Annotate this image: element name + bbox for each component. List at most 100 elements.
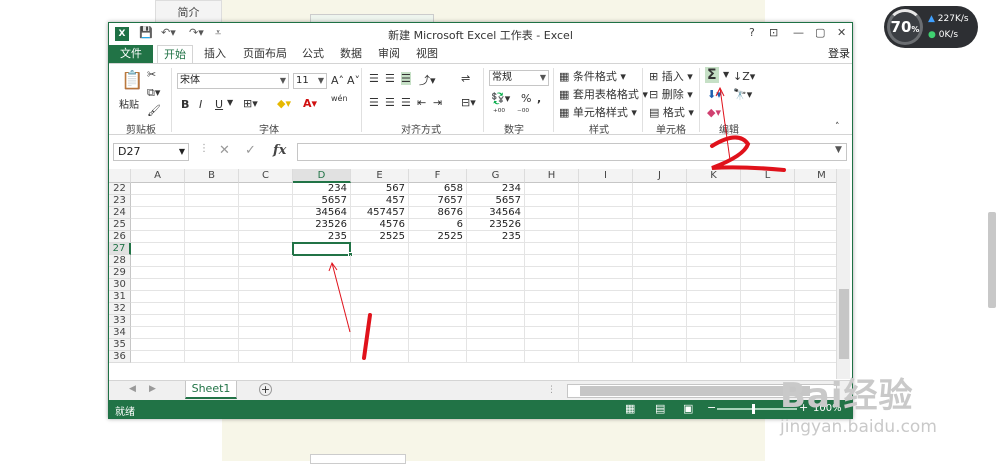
find-select-icon[interactable]: 🔭▾ <box>733 88 752 101</box>
cell-g31[interactable] <box>467 291 525 303</box>
align-middle-icon[interactable]: ☰ <box>385 72 395 85</box>
cell-i23[interactable] <box>579 195 633 207</box>
align-top-icon[interactable]: ☰ <box>369 72 379 85</box>
cell-d35[interactable] <box>293 339 351 351</box>
cell-h35[interactable] <box>525 339 579 351</box>
cell-b35[interactable] <box>185 339 239 351</box>
cell-g30[interactable] <box>467 279 525 291</box>
cell-b32[interactable] <box>185 303 239 315</box>
cell-j29[interactable] <box>633 267 687 279</box>
format-painter-icon[interactable]: 🖌 <box>147 104 161 117</box>
align-right-icon[interactable]: ☰ <box>401 96 411 109</box>
cell-h24[interactable] <box>525 207 579 219</box>
tab-file[interactable]: 文件 <box>109 45 153 63</box>
cell-i24[interactable] <box>579 207 633 219</box>
cell-e27[interactable] <box>351 243 409 255</box>
clear-icon[interactable]: ◆▾ <box>707 106 721 119</box>
row-header-27[interactable]: 27 <box>109 243 131 255</box>
cell-e30[interactable] <box>351 279 409 291</box>
cell-f32[interactable] <box>409 303 467 315</box>
format-cells-button[interactable]: ▤ 格式 ▾ <box>649 104 694 120</box>
cell-c35[interactable] <box>239 339 293 351</box>
cell-l27[interactable] <box>741 243 795 255</box>
cell-a36[interactable] <box>131 351 185 363</box>
format-as-table-button[interactable]: ▦ 套用表格格式 ▾ <box>559 86 648 102</box>
worksheet-grid[interactable]: A B C D E F G H I J K L M 22 234 567 658 234 23 5657 457 7657… <box>109 169 852 379</box>
cell-h22[interactable] <box>525 183 579 195</box>
cell-styles-button[interactable]: ▦ 单元格样式 ▾ <box>559 104 637 120</box>
autosum-dropdown-icon[interactable]: ▼ <box>723 70 729 79</box>
cell-i30[interactable] <box>579 279 633 291</box>
copy-icon[interactable]: ⧉▾ <box>147 86 160 100</box>
cell-i35[interactable] <box>579 339 633 351</box>
cell-g25[interactable]: 23526 <box>467 219 525 231</box>
delete-cells-button[interactable]: ⊟ 删除 ▾ <box>649 86 693 102</box>
align-center-icon[interactable]: ☰ <box>385 96 395 109</box>
cell-e25[interactable]: 4576 <box>351 219 409 231</box>
cell-f22[interactable]: 658 <box>409 183 467 195</box>
sort-filter-icon[interactable]: ↓Z▾ <box>733 70 755 83</box>
cell-d25[interactable]: 23526 <box>293 219 351 231</box>
cell-f28[interactable] <box>409 255 467 267</box>
cell-i28[interactable] <box>579 255 633 267</box>
cell-f23[interactable]: 7657 <box>409 195 467 207</box>
cell-g22[interactable]: 234 <box>467 183 525 195</box>
cell-l32[interactable] <box>741 303 795 315</box>
cell-e33[interactable] <box>351 315 409 327</box>
vertical-scrollbar[interactable] <box>836 169 850 379</box>
cell-k24[interactable] <box>687 207 741 219</box>
cell-a27[interactable] <box>131 243 185 255</box>
grow-font-button[interactable]: A˄ <box>331 74 344 87</box>
cell-a24[interactable] <box>131 207 185 219</box>
vertical-scroll-thumb[interactable] <box>839 289 849 359</box>
cell-i22[interactable] <box>579 183 633 195</box>
cell-j36[interactable] <box>633 351 687 363</box>
decrease-decimal-icon[interactable]: ⁻⁰⁰ <box>517 108 529 118</box>
font-size-select[interactable]: 11 ▼ <box>293 73 327 89</box>
page-break-view-icon[interactable]: ▣ <box>683 402 693 415</box>
name-box[interactable]: D27 ▼ <box>113 143 189 161</box>
row-header-31[interactable]: 31 <box>109 291 131 303</box>
cell-g35[interactable] <box>467 339 525 351</box>
cell-l25[interactable] <box>741 219 795 231</box>
paste-icon[interactable]: 📋 <box>121 70 143 91</box>
conditional-format-button[interactable]: ▦ 条件格式 ▾ <box>559 68 626 84</box>
tab-home[interactable]: 开始 <box>157 45 193 63</box>
cell-j24[interactable] <box>633 207 687 219</box>
cell-c36[interactable] <box>239 351 293 363</box>
shrink-font-button[interactable]: A˅ <box>347 74 360 87</box>
cell-d29[interactable] <box>293 267 351 279</box>
cell-i29[interactable] <box>579 267 633 279</box>
cell-g32[interactable] <box>467 303 525 315</box>
cell-k30[interactable] <box>687 279 741 291</box>
ribbon-display-icon[interactable]: ⊡ <box>769 26 778 39</box>
decrease-indent-icon[interactable]: ⇤ <box>417 96 426 109</box>
cell-h34[interactable] <box>525 327 579 339</box>
cell-e28[interactable] <box>351 255 409 267</box>
cell-j34[interactable] <box>633 327 687 339</box>
cancel-icon[interactable]: ✕ <box>219 143 230 158</box>
cell-l35[interactable] <box>741 339 795 351</box>
merge-center-icon[interactable]: ⊟▾ <box>461 96 476 109</box>
cell-h30[interactable] <box>525 279 579 291</box>
cell-k28[interactable] <box>687 255 741 267</box>
cell-f26[interactable]: 2525 <box>409 231 467 243</box>
cell-k36[interactable] <box>687 351 741 363</box>
cell-g26[interactable]: 235 <box>467 231 525 243</box>
orientation-icon[interactable]: ⤴▾ <box>419 72 436 88</box>
column-header-i[interactable]: I <box>579 169 633 183</box>
tab-formulas[interactable]: 公式 <box>297 45 329 63</box>
row-header-28[interactable]: 28 <box>109 255 131 267</box>
cell-g27[interactable] <box>467 243 525 255</box>
column-header-a[interactable]: A <box>131 169 185 183</box>
page-layout-view-icon[interactable]: ▤ <box>655 402 665 415</box>
cell-d31[interactable] <box>293 291 351 303</box>
tab-review[interactable]: 审阅 <box>373 45 405 63</box>
cell-j31[interactable] <box>633 291 687 303</box>
close-button[interactable]: ✕ <box>837 26 846 39</box>
insert-cells-button[interactable]: ⊞ 插入 ▾ <box>649 68 693 84</box>
row-header-35[interactable]: 35 <box>109 339 131 351</box>
row-header-34[interactable]: 34 <box>109 327 131 339</box>
cell-b29[interactable] <box>185 267 239 279</box>
cell-j23[interactable] <box>633 195 687 207</box>
